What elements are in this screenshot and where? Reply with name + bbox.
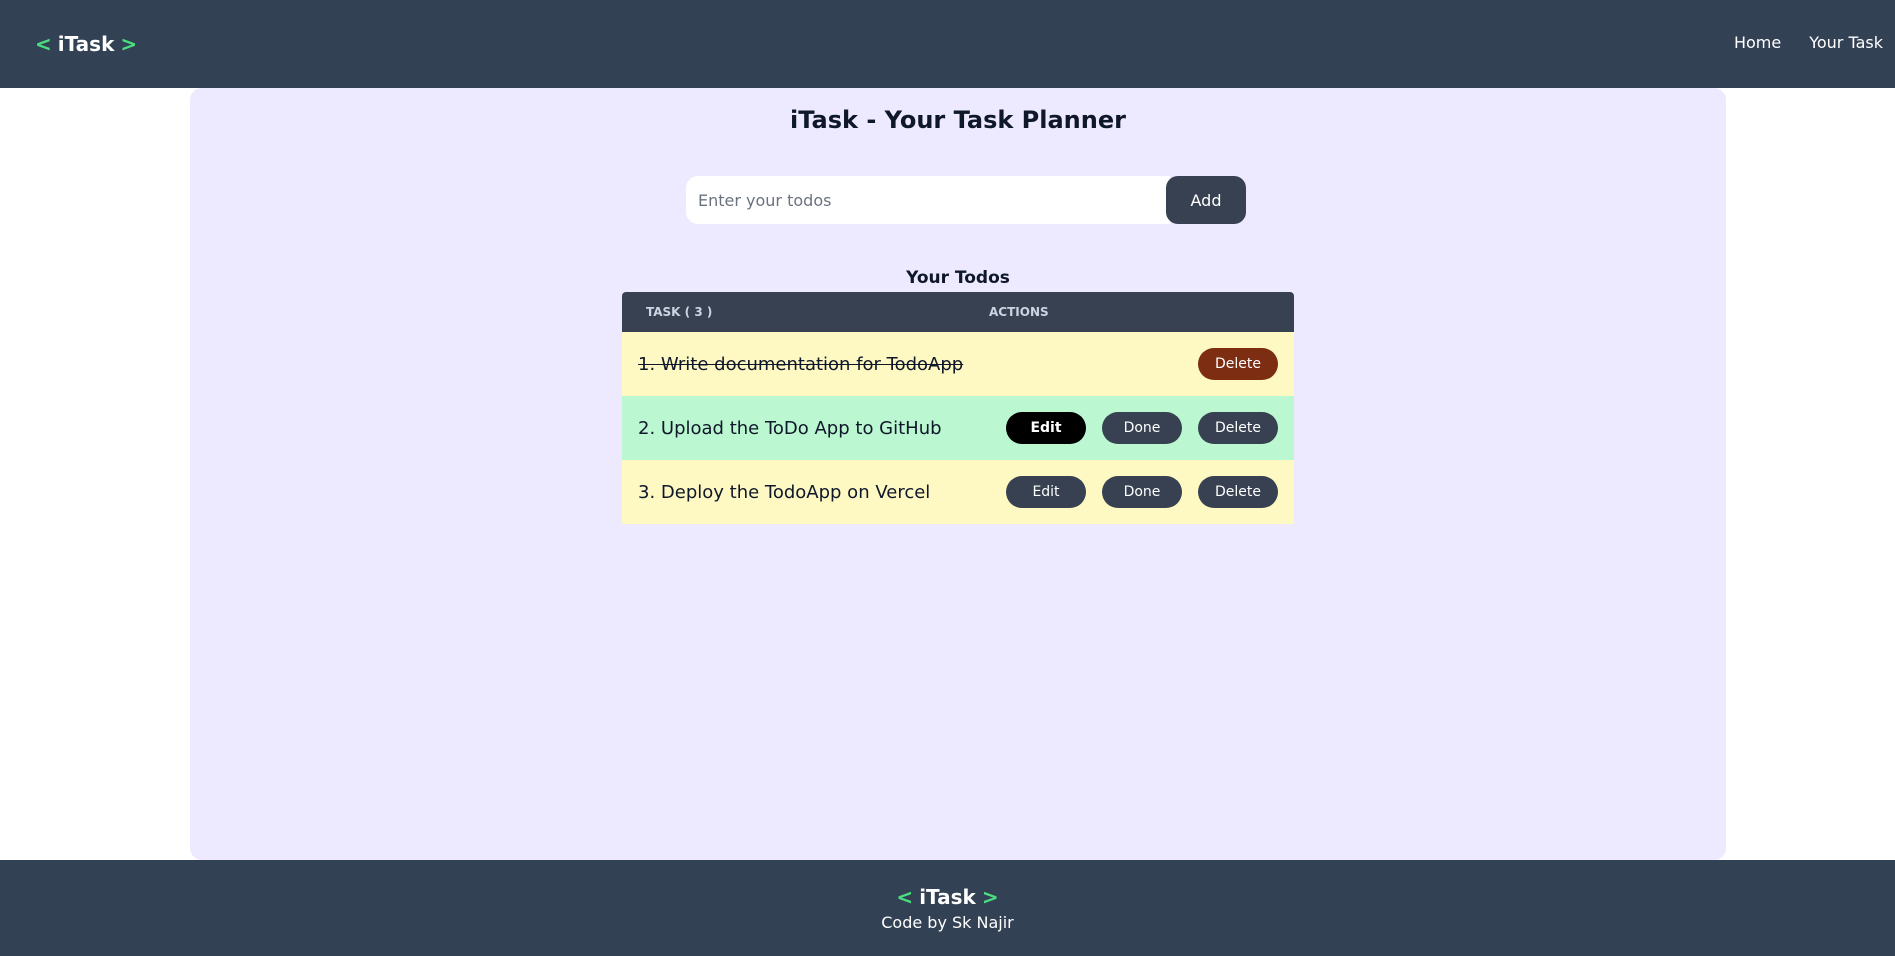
footer-logo-close-bracket: > bbox=[981, 884, 999, 909]
footer-logo: < iTask > bbox=[896, 885, 998, 909]
footer: < iTask > Code by Sk Najir bbox=[0, 860, 1895, 956]
delete-button[interactable]: Delete bbox=[1198, 476, 1278, 508]
row-actions: Edit Done Delete bbox=[1006, 412, 1278, 444]
todos-title: Your Todos bbox=[906, 268, 1010, 288]
edit-button[interactable]: Edit bbox=[1006, 476, 1086, 508]
logo-text: iTask bbox=[57, 32, 115, 56]
done-button[interactable]: Done bbox=[1102, 412, 1182, 444]
task-text[interactable]: 1. Write documentation for TodoApp bbox=[638, 354, 963, 375]
navbar: < iTask > Home Your Task bbox=[0, 0, 1895, 88]
footer-logo-text: iTask bbox=[919, 884, 976, 909]
logo-open-bracket: < bbox=[35, 32, 52, 56]
footer-logo-open-bracket: < bbox=[896, 884, 914, 909]
task-text[interactable]: 3. Deploy the TodoApp on Vercel bbox=[638, 482, 930, 503]
footer-credit: Code by Sk Najir bbox=[881, 912, 1014, 932]
nav-link-your-task[interactable]: Your Task bbox=[1809, 33, 1883, 52]
table-row: 1. Write documentation for TodoApp Delet… bbox=[622, 332, 1294, 396]
add-button[interactable]: Add bbox=[1166, 176, 1246, 224]
logo-close-bracket: > bbox=[120, 32, 138, 56]
column-header-actions: ACTIONS bbox=[989, 305, 1049, 319]
edit-button[interactable]: Edit bbox=[1006, 412, 1086, 444]
todos-table: TASK ( 3 ) ACTIONS 1. Write documentatio… bbox=[622, 292, 1294, 524]
add-todo-form: Add bbox=[686, 176, 1246, 224]
nav-link-home[interactable]: Home bbox=[1734, 33, 1781, 52]
done-button[interactable]: Done bbox=[1102, 476, 1182, 508]
delete-button[interactable]: Delete bbox=[1198, 412, 1278, 444]
logo[interactable]: < iTask > bbox=[35, 32, 137, 56]
table-header: TASK ( 3 ) ACTIONS bbox=[622, 292, 1294, 332]
task-text[interactable]: 2. Upload the ToDo App to GitHub bbox=[638, 418, 942, 439]
nav-links: Home Your Task bbox=[1734, 33, 1883, 52]
column-header-task: TASK ( 3 ) bbox=[646, 305, 713, 319]
row-actions: Delete bbox=[1198, 348, 1278, 380]
table-row: 3. Deploy the TodoApp on Vercel Edit Don… bbox=[622, 460, 1294, 524]
todo-input[interactable] bbox=[686, 176, 1170, 224]
main-card: iTask - Your Task Planner Add Your Todos… bbox=[190, 88, 1726, 860]
table-row: 2. Upload the ToDo App to GitHub Edit Do… bbox=[622, 396, 1294, 460]
delete-button[interactable]: Delete bbox=[1198, 348, 1278, 380]
row-actions: Edit Done Delete bbox=[1006, 476, 1278, 508]
page-title: iTask - Your Task Planner bbox=[790, 106, 1126, 134]
